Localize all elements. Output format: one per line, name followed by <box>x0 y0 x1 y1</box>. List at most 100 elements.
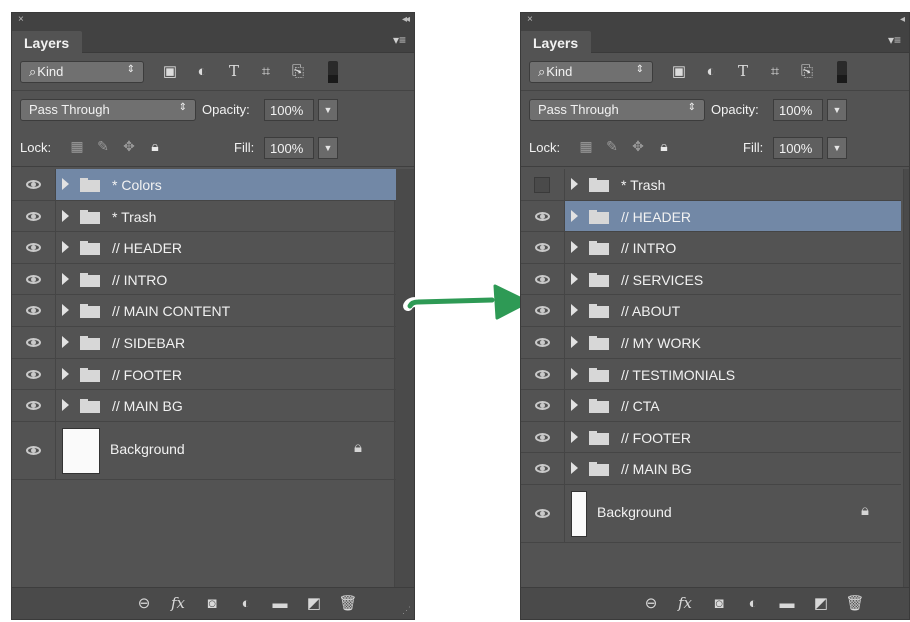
visibility-toggle[interactable] <box>521 326 565 358</box>
new-layer-icon[interactable]: ◩ <box>304 594 324 612</box>
layer-row[interactable]: // MAIN CONTENT <box>12 295 396 327</box>
layer-row[interactable]: // MAIN BG <box>521 453 901 485</box>
expand-arrow-icon[interactable] <box>571 304 578 317</box>
expand-arrow-icon[interactable] <box>571 399 578 412</box>
blend-mode-select[interactable]: Pass Through ⇕ <box>20 99 196 121</box>
layer-row[interactable]: * Trash <box>12 200 396 233</box>
adjustment-layer-icon[interactable]: ◐ <box>743 595 763 612</box>
delete-layer-icon[interactable]: 🗑︎ <box>845 594 865 612</box>
visibility-toggle[interactable] <box>521 390 565 421</box>
fill-input[interactable]: 100% <box>264 137 314 159</box>
visibility-toggle[interactable] <box>521 295 565 326</box>
opacity-input[interactable]: 100% <box>773 99 823 121</box>
lock-position-icon[interactable]: ✥ <box>120 138 138 155</box>
layer-row[interactable]: // CTA <box>521 390 901 422</box>
expand-arrow-icon[interactable] <box>571 462 578 475</box>
adjustment-layer-icon[interactable]: ◐ <box>236 595 256 612</box>
close-icon[interactable]: × <box>527 14 533 25</box>
layer-row[interactable]: * Trash <box>521 169 901 201</box>
layer-row[interactable]: // INTRO <box>521 232 901 264</box>
panel-menu-icon[interactable]: ▾≡ <box>393 33 406 47</box>
adjustment-filter-icon[interactable]: ◐ <box>701 63 721 80</box>
blend-mode-select[interactable]: Pass Through ⇕ <box>529 99 705 121</box>
lock-all-icon[interactable]: 🔒︎ <box>146 138 164 155</box>
visibility-toggle[interactable] <box>521 200 565 232</box>
lock-image-pixels-icon[interactable]: ✎ <box>94 138 112 155</box>
expand-arrow-icon[interactable] <box>571 209 578 222</box>
visibility-toggle[interactable] <box>521 421 565 453</box>
lock-position-icon[interactable]: ✥ <box>629 138 647 155</box>
layer-row[interactable]: // HEADER <box>12 232 396 264</box>
shape-filter-icon[interactable]: ⌗ <box>765 63 785 80</box>
visibility-toggle[interactable] <box>521 484 565 542</box>
adjustment-filter-icon[interactable]: ◐ <box>192 63 212 80</box>
expand-arrow-icon[interactable] <box>571 178 578 190</box>
new-group-icon[interactable]: ▬ <box>777 595 797 612</box>
collapse-icon[interactable]: ◂◂ <box>402 14 410 25</box>
visibility-toggle[interactable] <box>521 232 565 263</box>
visibility-toggle[interactable] <box>12 169 56 200</box>
layer-row[interactable]: // MAIN BG <box>12 390 396 422</box>
kind-filter-select[interactable]: ⌕Kind ⇕ <box>20 61 144 83</box>
lock-transparent-pixels-icon[interactable]: ▦ <box>577 138 595 155</box>
image-filter-icon[interactable]: ▣ <box>669 62 689 80</box>
expand-arrow-icon[interactable] <box>571 367 578 380</box>
layer-row[interactable]: * Colors <box>12 169 396 201</box>
expand-arrow-icon[interactable] <box>571 272 578 285</box>
layer-row[interactable]: // ABOUT <box>521 295 901 327</box>
expand-arrow-icon[interactable] <box>62 241 69 254</box>
layer-row[interactable]: // INTRO <box>12 263 396 296</box>
lock-transparent-pixels-icon[interactable]: ▦ <box>68 138 86 155</box>
tab-layers[interactable]: Layers <box>521 31 591 54</box>
expand-arrow-icon[interactable] <box>62 178 69 190</box>
new-group-icon[interactable]: ▬ <box>270 595 290 612</box>
delete-layer-icon[interactable]: 🗑︎ <box>338 594 358 612</box>
fx-icon[interactable]: fx <box>168 594 188 612</box>
expand-arrow-icon[interactable] <box>62 399 69 412</box>
type-filter-icon[interactable]: T <box>733 62 753 80</box>
layer-row[interactable]: // MY WORK <box>521 326 901 359</box>
smart-object-filter-icon[interactable]: ⎘ <box>797 63 817 80</box>
opacity-dropdown-button[interactable]: ▼ <box>318 99 338 121</box>
layer-row[interactable]: // SIDEBAR <box>12 326 396 359</box>
visibility-toggle[interactable] <box>12 421 56 479</box>
visibility-toggle[interactable] <box>12 390 56 421</box>
layer-row[interactable]: // HEADER <box>521 200 901 233</box>
visibility-toggle[interactable] <box>12 232 56 263</box>
resize-grip-icon[interactable]: ⋰ <box>402 605 411 616</box>
collapse-icon[interactable]: ◂ <box>900 14 905 25</box>
visibility-toggle[interactable] <box>521 169 565 200</box>
expand-arrow-icon[interactable] <box>571 241 578 254</box>
background-layer-row[interactable]: Background 🔒︎ <box>521 484 901 543</box>
new-layer-icon[interactable]: ◩ <box>811 594 831 612</box>
fill-dropdown-button[interactable]: ▼ <box>827 137 847 159</box>
filter-toggle-switch[interactable] <box>837 61 847 83</box>
filter-toggle-switch[interactable] <box>328 61 338 83</box>
link-layers-icon[interactable]: ⊖ <box>134 594 154 612</box>
expand-arrow-icon[interactable] <box>62 367 69 380</box>
tab-layers[interactable]: Layers <box>12 31 82 54</box>
background-layer-row[interactable]: Background 🔒︎ <box>12 421 396 480</box>
visibility-toggle[interactable] <box>12 295 56 326</box>
expand-arrow-icon[interactable] <box>571 430 578 443</box>
visibility-toggle[interactable] <box>521 263 565 295</box>
layer-row[interactable]: // TESTIMONIALS <box>521 358 901 391</box>
expand-arrow-icon[interactable] <box>571 335 578 348</box>
fill-dropdown-button[interactable]: ▼ <box>318 137 338 159</box>
layer-mask-icon[interactable]: ◙ <box>202 595 222 612</box>
layer-row[interactable]: // SERVICES <box>521 263 901 296</box>
visibility-toggle[interactable] <box>12 263 56 295</box>
smart-object-filter-icon[interactable]: ⎘ <box>288 63 308 80</box>
kind-filter-select[interactable]: ⌕Kind ⇕ <box>529 61 653 83</box>
shape-filter-icon[interactable]: ⌗ <box>256 63 276 80</box>
opacity-dropdown-button[interactable]: ▼ <box>827 99 847 121</box>
lock-image-pixels-icon[interactable]: ✎ <box>603 138 621 155</box>
opacity-input[interactable]: 100% <box>264 99 314 121</box>
expand-arrow-icon[interactable] <box>62 304 69 317</box>
layer-row[interactable]: // FOOTER <box>521 421 901 454</box>
expand-arrow-icon[interactable] <box>62 209 69 222</box>
link-layers-icon[interactable]: ⊖ <box>641 594 661 612</box>
fill-input[interactable]: 100% <box>773 137 823 159</box>
close-icon[interactable]: × <box>18 14 24 25</box>
layer-mask-icon[interactable]: ◙ <box>709 595 729 612</box>
